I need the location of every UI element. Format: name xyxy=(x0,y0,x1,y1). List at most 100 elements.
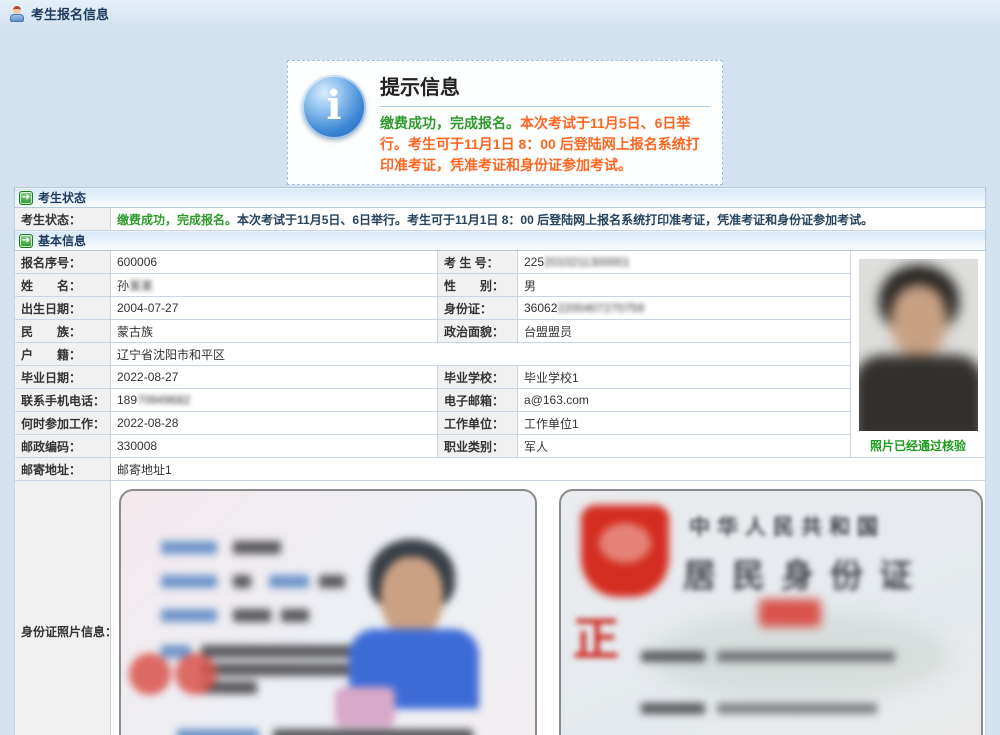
occupation-value: 军人 xyxy=(518,435,851,458)
gender-value: 男 xyxy=(518,274,851,297)
status-value: 缴费成功，完成报名。本次考试于11月5日、6日举行。考生可于11月1日 8：00… xyxy=(111,208,986,231)
section-candidate-status: ➔ 考生状态 xyxy=(15,188,986,208)
phone-value: 18970949682 xyxy=(111,389,438,412)
postcode-label: 邮政编码： xyxy=(15,435,111,458)
grad-school-value: 毕业学校1 xyxy=(518,366,851,389)
blur-bar xyxy=(161,609,217,622)
residence-label: 户 籍： xyxy=(15,343,111,366)
work-unit-label: 工作单位： xyxy=(438,412,518,435)
work-start-label: 何时参加工作： xyxy=(15,412,111,435)
work-unit-value: 工作单位1 xyxy=(518,412,851,435)
section-basic-info: ➔ 基本信息 xyxy=(15,231,986,251)
info-icon: i xyxy=(302,75,366,139)
table-row: 何时参加工作： 2022-08-28 工作单位： 工作单位1 xyxy=(15,412,986,435)
table-row: 报名序号： 600006 考 生 号： 2252010211300001 照片已… xyxy=(15,251,986,274)
idnum-value: 360622200407270759 xyxy=(518,297,851,320)
table-row: 邮政编码： 330008 职业类别： 军人 xyxy=(15,435,986,458)
reg-no-value: 600006 xyxy=(111,251,438,274)
blur-bar xyxy=(269,575,309,588)
blur-bar xyxy=(201,663,349,676)
name-label: 姓 名： xyxy=(15,274,111,297)
status-value-green: 缴费成功，完成报名。 xyxy=(117,213,237,227)
blur-bar xyxy=(233,541,281,554)
registration-table: ➔ 考生状态 考生状态： 缴费成功，完成报名。本次考试于11月5日、6日举行。考… xyxy=(14,187,986,735)
arrow-icon: ➔ xyxy=(19,191,33,205)
blur-bar xyxy=(201,645,373,658)
page-header: 考生报名信息 xyxy=(0,0,1000,26)
table-row: 民 族： 蒙古族 政治面貌： 台盟盟员 xyxy=(15,320,986,343)
blur-bar xyxy=(273,729,473,735)
grad-school-label: 毕业学校： xyxy=(438,366,518,389)
political-value: 台盟盟员 xyxy=(518,320,851,343)
table-row: 联系手机电话： 18970949682 电子邮箱： a@163.com xyxy=(15,389,986,412)
exam-no-redacted: 2010211300001 xyxy=(544,255,630,269)
status-row: 考生状态： 缴费成功，完成报名。本次考试于11月5日、6日举行。考生可于11月1… xyxy=(15,208,986,231)
user-icon-body xyxy=(10,14,24,22)
occupation-label: 职业类别： xyxy=(438,435,518,458)
table-row: 邮寄地址： 邮寄地址1 xyxy=(15,458,986,481)
blur-bar xyxy=(161,575,217,588)
page-title: 考生报名信息 xyxy=(31,4,109,23)
blur-bar xyxy=(319,575,345,588)
grad-date-value: 2022-08-27 xyxy=(111,366,438,389)
name-redacted: 某某 xyxy=(129,279,153,293)
photo-jacket xyxy=(859,355,978,431)
exam-no-label: 考 生 号： xyxy=(438,251,518,274)
idcard-portrait-shape xyxy=(335,687,395,727)
table-row: 出生日期： 2004-07-27 身份证： 360622200407270759 xyxy=(15,297,986,320)
address-value: 邮寄地址1 xyxy=(111,458,986,481)
blur-bar xyxy=(641,651,705,662)
phone-label: 联系手机电话： xyxy=(15,389,111,412)
table-row: 毕业日期： 2022-08-27 毕业学校： 毕业学校1 xyxy=(15,366,986,389)
email-value: a@163.com xyxy=(518,389,851,412)
status-value-rest: 本次考试于11月5日、6日举行。考生可于11月1日 8：00 后登陆网上报名系统… xyxy=(237,213,873,227)
blur-bar xyxy=(641,703,705,714)
idcard-images-cell: 中华人民共和国 居民身份证 正 xyxy=(111,481,986,735)
notice-title: 提示信息 xyxy=(380,71,710,107)
idnum-label: 身份证： xyxy=(438,297,518,320)
birth-value: 2004-07-27 xyxy=(111,297,438,320)
political-label: 政治面貌： xyxy=(438,320,518,343)
table-row: 姓 名： 孙某某 性 别： 男 xyxy=(15,274,986,297)
notice-message: 缴费成功，完成报名。本次考试于11月5日、6日举行。考生可于11月1日 8：00… xyxy=(380,113,710,176)
ethnic-label: 民 族： xyxy=(15,320,111,343)
notice-content: 提示信息 缴费成功，完成报名。本次考试于11月5日、6日举行。考生可于11月1日… xyxy=(380,71,710,176)
phone-redacted: 70949682 xyxy=(137,393,190,407)
user-icon xyxy=(8,5,26,22)
section-title-status: 考生状态 xyxy=(38,189,86,206)
residence-value: 辽宁省沈阳市和平区 xyxy=(111,343,851,366)
reg-no-label: 报名序号： xyxy=(15,251,111,274)
candidate-photo xyxy=(859,259,978,431)
notice-box: i 提示信息 缴费成功，完成报名。本次考试于11月5日、6日举行。考生可于11月… xyxy=(287,60,723,185)
ethnic-value: 蒙古族 xyxy=(111,320,438,343)
grad-date-label: 毕业日期： xyxy=(15,366,111,389)
idcard-front-image xyxy=(119,489,537,735)
candidate-photo-cell: 照片已经通过核验 xyxy=(851,251,986,458)
table-row: 户 籍： 辽宁省沈阳市和平区 xyxy=(15,343,986,366)
red-seal-dot xyxy=(175,653,217,695)
blur-bar xyxy=(233,575,251,588)
red-seal-dot xyxy=(129,653,171,695)
birth-label: 出生日期： xyxy=(15,297,111,320)
work-start-value: 2022-08-28 xyxy=(111,412,438,435)
photo-face xyxy=(891,285,947,357)
blur-bar xyxy=(717,703,877,714)
idcard-row: 身份证照片信息： xyxy=(15,481,986,735)
arrow-icon: ➔ xyxy=(19,234,33,248)
status-label: 考生状态： xyxy=(15,208,111,231)
blur-bar xyxy=(161,541,217,554)
page: 考生报名信息 i 提示信息 缴费成功，完成报名。本次考试于11月5日、6日举行。… xyxy=(0,0,1000,735)
gender-label: 性 别： xyxy=(438,274,518,297)
postcode-value: 330008 xyxy=(111,435,438,458)
idcard-back-image: 中华人民共和国 居民身份证 正 xyxy=(559,489,983,735)
exam-no-value: 2252010211300001 xyxy=(518,251,851,274)
idcard-label: 身份证照片信息： xyxy=(15,481,111,735)
name-value: 孙某某 xyxy=(111,274,438,297)
section-title-basic: 基本信息 xyxy=(38,232,86,249)
photo-verified-text: 照片已经通过核验 xyxy=(857,437,979,454)
blur-bar xyxy=(177,729,259,735)
idnum-redacted: 2200407270759 xyxy=(557,301,644,315)
user-icon-head xyxy=(13,6,21,14)
blur-bar xyxy=(281,609,309,622)
notice-message-green: 缴费成功，完成报名。 xyxy=(380,115,520,131)
